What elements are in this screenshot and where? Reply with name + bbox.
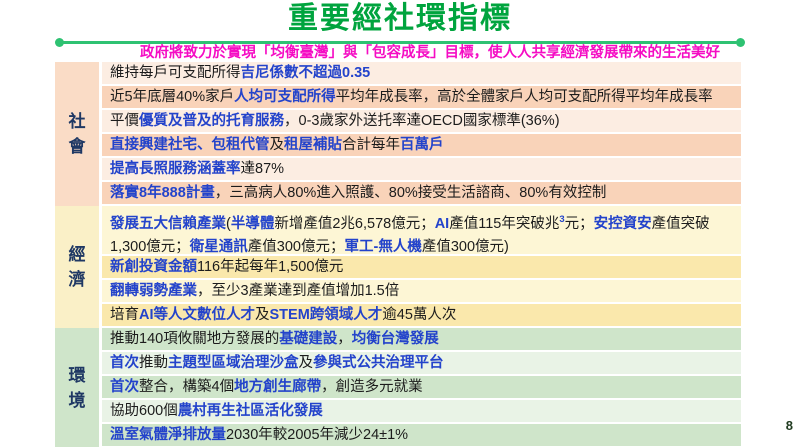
row-group-economy: 經濟發展五大信賴產業(半導體新增產值2兆6,578億元；AI產值115年突破兆3… <box>55 206 741 328</box>
indicator-text-segment: 百萬戶 <box>400 137 444 153</box>
indicator-text-segment: AI <box>434 215 450 232</box>
indicator-text-segment: 租屋補貼 <box>284 137 342 153</box>
indicator-row: 翻轉弱勢產業，至少3產業達到產值增加1.5倍 <box>102 280 741 302</box>
indicator-text-segment: 協助600個 <box>110 403 178 419</box>
indicator-text-segment: 衛星通訊 <box>189 238 248 254</box>
indicator-row: 提高長照服務涵蓋率達87% <box>102 158 741 180</box>
indicator-row: 溫室氣體淨排放量2030年較2005年減少24±1% <box>102 424 741 446</box>
indicator-text-segment: 逾45萬人次 <box>382 307 457 323</box>
group-label-char: 社 <box>68 112 86 131</box>
indicator-text-segment: 116年起每年1,500億元 <box>197 259 344 275</box>
indicator-text-segment: 吉尼係數不超過0.35 <box>240 65 371 81</box>
indicator-text-segment: 平均年成長率，高於全體家戶人均可支配所得平均年成長率 <box>335 89 713 105</box>
slide-subtitle: 政府將致力於實現「均衡臺灣」與「包容成長」目標，使人人共享經濟發展帶來的生活美好 <box>140 45 720 61</box>
row-group-label-economy: 經濟 <box>55 206 99 328</box>
group-label-char: 濟 <box>68 270 86 289</box>
indicator-row: 近5年底層40%家戶人均可支配所得平均年成長率，高於全體家戶人均可支配所得平均年… <box>102 86 741 108</box>
indicator-text-segment: ，創造多元就業 <box>321 379 423 395</box>
row-group-rows-society: 維持每戶可支配所得吉尼係數不超過0.35 近5年底層40%家戶人均可支配所得平均年… <box>102 62 741 206</box>
group-label-char: 會 <box>68 137 86 156</box>
indicator-text-segment: 推動 <box>139 355 168 371</box>
indicator-row: 新創投資金額116年起每年1,500億元 <box>102 256 741 278</box>
indicator-text-segment: 直接興建社宅、包租代管 <box>110 137 270 153</box>
slide: 重要經社環指標 政府將致力於實現「均衡臺灣」與「包容成長」目標，使人人共享經濟發… <box>0 0 800 447</box>
indicator-text-segment: 合計每年 <box>342 137 400 153</box>
indicator-text-segment: ，0-3歲家外送托率達OECD國家標準(36%) <box>284 113 560 129</box>
group-label-char: 經 <box>68 245 86 264</box>
indicator-text-segment: 人均可支配所得 <box>234 89 336 105</box>
group-label-char: 境 <box>68 391 86 410</box>
indicator-text-segment: 2030年較2005年減少24±1% <box>226 427 409 443</box>
indicator-text-segment: 參與式公共治理平台 <box>313 355 444 371</box>
indicator-text-segment: 及 <box>269 137 285 153</box>
indicator-text-segment: 提高長照服務涵蓋率 <box>110 161 241 177</box>
indicator-row: 推動140項攸關地方發展的基礎建設，均衡台灣發展 <box>102 328 741 350</box>
indicator-text-segment: 首次 <box>110 355 139 371</box>
title-divider <box>59 41 737 44</box>
indicator-text-segment: 新增產值2兆6,578億元； <box>274 215 435 232</box>
indicator-row: 首次推動主題型區域治理沙盒及參與式公共治理平台 <box>102 352 741 374</box>
indicator-text-segment: 產值300億元； <box>247 238 345 254</box>
indicator-text-segment: 首次 <box>110 379 139 395</box>
indicator-row: 維持每戶可支配所得吉尼係數不超過0.35 <box>102 62 741 84</box>
indicator-row: 培育AI等人文數位人才及STEM跨領域人才逾45萬人次 <box>102 304 741 326</box>
indicator-text-segment: ，至少3產業達到產值增加1.5倍 <box>197 283 400 299</box>
indicator-text-segment: 半導體 <box>230 215 275 232</box>
indicator-text-segment: 元； <box>564 215 594 232</box>
indicator-text-segment: 及 <box>298 355 314 371</box>
indicator-row: 平價優質及普及的托育服務，0-3歲家外送托率達OECD國家標準(36%) <box>102 110 741 132</box>
indicator-text-segment: 平價 <box>110 113 139 129</box>
indicator-text-segment: 維持每戶可支配所得 <box>110 65 241 81</box>
indicator-text-segment: 發展五大信賴產業 <box>110 215 226 232</box>
indicator-table: 社會維持每戶可支配所得吉尼係數不超過0.35 近5年底層40%家戶人均可支配所得平… <box>55 62 741 447</box>
indicator-row: 發展五大信賴產業(半導體新增產值2兆6,578億元；AI產值115年突破兆3元；… <box>102 206 741 254</box>
indicator-text-segment: AI等人文數位人才 <box>139 307 255 323</box>
row-group-label-society: 社會 <box>55 62 99 206</box>
indicator-row: 落實8年888計畫，三高病人80%進入照護、80%接受生活諮商、80%有效控制 <box>102 182 741 204</box>
indicator-row: 協助600個農村再生社區活化發展 <box>102 400 741 422</box>
indicator-text-segment: 優質及普及的托育服務 <box>139 113 284 129</box>
indicator-row: 直接興建社宅、包租代管及租屋補貼合計每年百萬戶 <box>102 134 741 156</box>
indicator-row: 首次整合，構築4個地方創生廊帶，創造多元就業 <box>102 376 741 398</box>
indicator-text-segment: STEM跨領域人才 <box>269 307 383 323</box>
row-group-rows-economy: 發展五大信賴產業(半導體新增產值2兆6,578億元；AI產值115年突破兆3元；… <box>102 206 741 328</box>
indicator-text-segment: 整合，構築4個 <box>139 379 235 395</box>
indicator-text-segment: 及 <box>255 307 270 323</box>
indicator-text-segment: 地方創生廊帶 <box>234 379 322 395</box>
indicator-text-segment: 新創投資金額 <box>110 259 197 275</box>
indicator-text-segment: 產值115年突破兆 <box>449 215 560 232</box>
page-number: 8 <box>785 418 793 433</box>
indicator-text-segment: 基礎建設 <box>279 331 338 347</box>
indicator-text-segment: 安控資安 <box>593 215 652 232</box>
group-label-char: 環 <box>68 366 86 385</box>
indicator-text-segment: ， <box>337 331 352 347</box>
indicator-text-segment: 近5年底層40%家戶 <box>110 89 235 105</box>
indicator-text-segment: 翻轉弱勢產業 <box>110 283 197 299</box>
indicator-text-segment: 培育 <box>110 307 139 323</box>
row-group-environment: 環境推動140項攸關地方發展的基礎建設，均衡台灣發展 首次推動主題型區域治理沙盒及… <box>55 328 741 447</box>
indicator-text-segment: ，三高病人80%進入照護、80%接受生活諮商、80%有效控制 <box>214 185 607 201</box>
row-group-label-environment: 環境 <box>55 328 99 447</box>
indicator-text-segment: 主題型區域治理沙盒 <box>168 355 299 371</box>
row-group-rows-environment: 推動140項攸關地方發展的基礎建設，均衡台灣發展 首次推動主題型區域治理沙盒及參與… <box>102 328 741 447</box>
indicator-text-segment: 溫室氣體淨排放量 <box>110 427 226 443</box>
indicator-text-segment: 軍工-無人機 <box>344 238 422 254</box>
indicator-text-segment: 推動140項攸關地方發展的 <box>110 331 280 347</box>
indicator-text-segment: 達87% <box>240 161 285 177</box>
row-group-society: 社會維持每戶可支配所得吉尼係數不超過0.35 近5年底層40%家戶人均可支配所得平… <box>55 62 741 206</box>
indicator-text-segment: 落實8年888計畫 <box>110 185 215 201</box>
page-title: 重要經社環指標 <box>288 2 512 35</box>
indicator-text-segment: 均衡台灣發展 <box>351 331 439 347</box>
indicator-text-segment: 產值300億元) <box>421 238 509 254</box>
indicator-text-segment: 農村再生社區活化發展 <box>177 403 323 419</box>
